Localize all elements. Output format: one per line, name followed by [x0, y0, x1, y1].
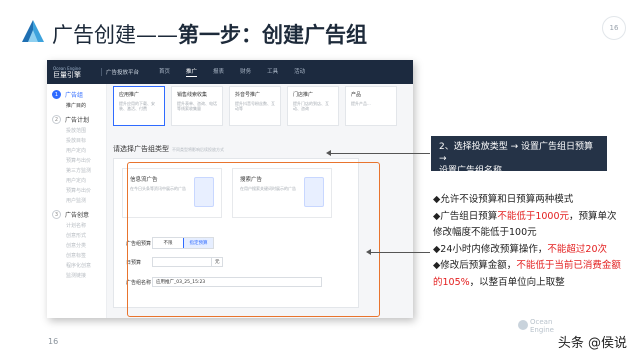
notes-arrow [370, 252, 430, 253]
sidebar-subitem[interactable]: 投放目标 [66, 137, 106, 144]
nav-item[interactable]: 财务 [240, 67, 251, 77]
ocean-engine-watermark-icon [518, 320, 528, 330]
step-number: 3 [52, 210, 61, 219]
sidebar-subitem[interactable]: 程序化创意 [66, 262, 106, 269]
sidebar-subitem[interactable]: 投放范围 [66, 127, 106, 134]
callout-arrow [330, 153, 430, 154]
nav-menu: 首页 推广 报表 财务 工具 活动 [151, 67, 313, 77]
purpose-card[interactable]: 销售线索收集提升表单、咨询、电话等线索收集量 [171, 86, 223, 126]
purpose-card[interactable]: 产品提升产品... [345, 86, 397, 126]
purpose-card-title: 抖音号推广 [235, 92, 261, 98]
note-text: ，预算单次 [569, 210, 617, 222]
sidebar-subitem[interactable]: 用户定向 [66, 177, 106, 184]
watermark-text: Ocean Engine [530, 318, 554, 334]
sidebar-subitem[interactable]: 第三方监测 [66, 167, 106, 174]
step-callout: 2、选择投放类型 → 设置广告组日预算→ 设置广告组名称 [431, 136, 607, 176]
brand-logo: Ocean Engine 巨量引擎 [53, 66, 81, 79]
rule-notes: ◆允许不设预算和日预算两种模式 ◆广告组日预算不能低于1000元，预算单次 修改幅度… [433, 192, 629, 291]
slide-title: 广告创建——第一步：创建广告组 [52, 23, 367, 47]
nav-item[interactable]: 工具 [267, 67, 278, 77]
purpose-card-desc: 提升抖音号粉丝数、互动等 [235, 101, 275, 111]
purpose-card-title: 应用推广 [119, 92, 140, 98]
note-text: 修改幅度不能低于100元 [433, 227, 537, 238]
step-number: 2 [52, 115, 61, 124]
nav-item[interactable]: 首页 [159, 67, 170, 77]
arrow-head-icon [326, 150, 331, 156]
nav-item[interactable]: 报表 [213, 67, 224, 77]
sidebar-subitem[interactable]: 预算与出价 [66, 187, 106, 194]
sidebar-step[interactable]: 3 广告创意 [52, 210, 106, 219]
note-highlight: 的105% [433, 276, 470, 288]
note-line: 修改幅度不能低于100元 [433, 225, 629, 242]
note-text: ◆广告组日预算 [433, 210, 498, 222]
note-text: ◆24小时内修改预算操作， [433, 243, 548, 255]
sidebar-subitem[interactable]: 预算与出价 [66, 157, 106, 164]
note-highlight: 不能超过20次 [547, 243, 607, 255]
note-line: ◆24小时内修改预算操作，不能超过20次 [433, 242, 629, 259]
sidebar-step[interactable]: 1 广告组 [52, 90, 106, 99]
arrow-head-icon [366, 249, 371, 255]
page-badge: 16 [602, 16, 626, 40]
note-line: ◆修改后预算金额，不能低于当前已消费金额 [433, 258, 629, 275]
sidebar-step[interactable]: 2 广告计划 [52, 115, 106, 124]
step-sidebar: 1 广告组 推广目的 2 广告计划 投放范围 投放目标 用户定向 预算与出价 第三方监测 用户定向预… [47, 84, 107, 318]
purpose-card-title: 销售线索收集 [177, 92, 208, 98]
top-navbar: Ocean Engine 巨量引擎 广告投放平台 首页 推广 报表 财务 工具 活动 [47, 60, 413, 84]
purpose-card-title: 产品 [351, 92, 362, 98]
note-text: ，以整百单位向上取整 [469, 276, 565, 288]
sidebar-subitem[interactable]: 创意形式 [66, 232, 106, 239]
purpose-card[interactable]: 应用推广提升应用的下载、安装、激活、付费 [113, 86, 165, 126]
slide-logo-icon [22, 20, 44, 42]
purpose-card[interactable]: 抖音号推广提升抖音号粉丝数、互动等 [229, 86, 281, 126]
purpose-card-desc: 提升产品... [351, 101, 371, 106]
step-label: 广告组 [65, 92, 84, 99]
note-highlight: 不能低于1000元 [497, 210, 569, 222]
note-text: ◆修改后预算金额， [433, 260, 517, 271]
nav-item[interactable]: 活动 [294, 67, 305, 77]
highlight-frame [127, 162, 380, 317]
sidebar-subitem[interactable]: 监测链接 [66, 272, 106, 279]
note-line: ◆允许不设预算和日预算两种模式 [433, 192, 629, 209]
note-line: ◆广告组日预算不能低于1000元，预算单次 [433, 209, 629, 226]
purpose-card-desc: 提升表单、咨询、电话等线索收集量 [177, 101, 217, 111]
sidebar-subitem[interactable]: 创意分类 [66, 242, 106, 249]
nav-item[interactable]: 推广 [186, 67, 198, 77]
sidebar-subitem[interactable]: 创意标签 [66, 252, 106, 259]
step-label: 广告计划 [65, 117, 90, 124]
note-highlight: 不能低于当前已消费金额 [516, 260, 621, 271]
sidebar-subitem[interactable]: 推广目的 [66, 102, 106, 109]
purpose-card-desc: 提升门店的到店、互动、咨询 [293, 101, 329, 111]
sidebar-subitem[interactable]: 用户定向 [66, 147, 106, 154]
note-line: 的105%，以整百单位向上取整 [433, 275, 629, 292]
promotion-purpose-cards: 应用推广 提升应用的下载、安装、激活、付费 销售线索收集 提升表单、咨询、电话等线索收… [113, 86, 409, 126]
sidebar-subitem[interactable]: 计划名称 [66, 222, 106, 229]
purpose-card[interactable]: 门店推广提升门店的到店、互动、咨询 [287, 86, 339, 126]
step-label: 广告创意 [65, 212, 90, 219]
purpose-card-title: 门店推广 [293, 92, 314, 98]
corner-credit: 头条 @侯说 [554, 331, 630, 352]
purpose-card-desc: 提升应用的下载、安装、激活、付费 [119, 101, 155, 111]
page-number: 16 [48, 337, 59, 346]
note-text: ◆允许不设预算和日预算两种模式 [433, 194, 574, 205]
step-number: 1 [52, 90, 61, 99]
platform-name: 广告投放平台 [101, 68, 139, 76]
sidebar-subitem[interactable]: 用户监测 [66, 197, 106, 204]
